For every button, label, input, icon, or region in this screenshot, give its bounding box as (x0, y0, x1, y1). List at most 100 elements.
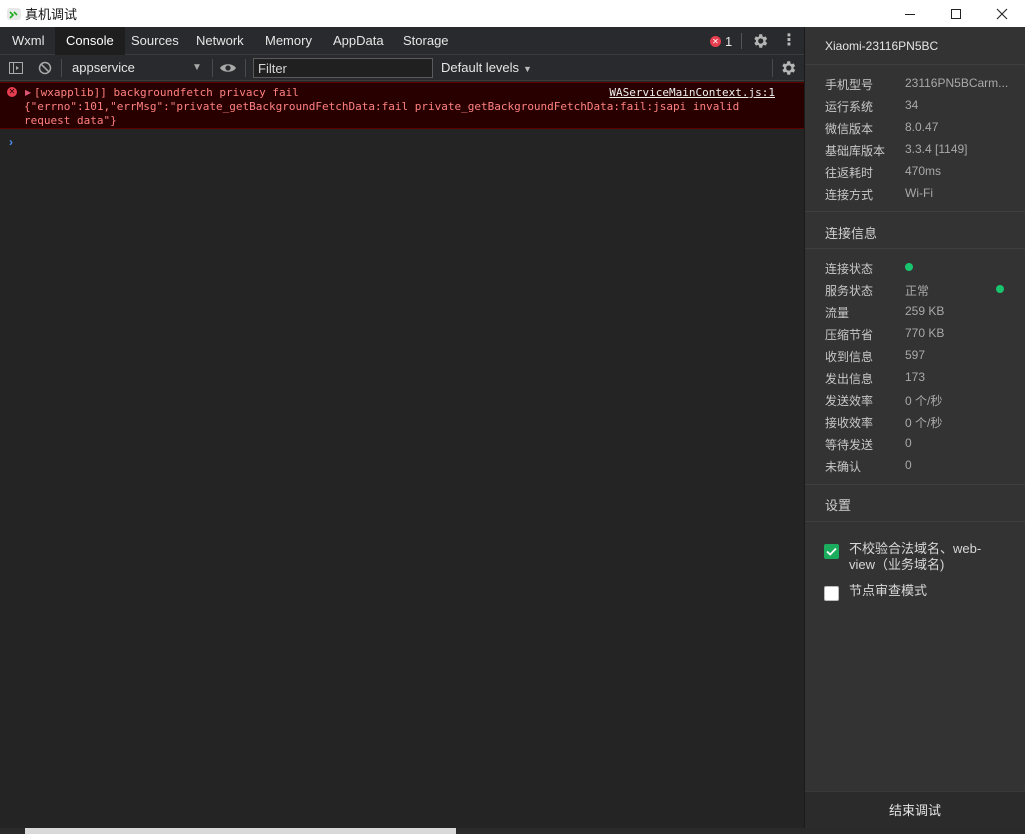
divider (805, 64, 1025, 65)
console-settings-button[interactable] (779, 59, 797, 77)
gear-icon (754, 34, 768, 48)
background-region (0, 828, 25, 834)
send-rate-label: 发送效率 (825, 394, 874, 408)
connection-status-indicator (905, 263, 913, 271)
compression-saved-label: 压缩节省 (825, 328, 874, 342)
divider (245, 59, 246, 77)
tab-sources[interactable]: Sources (120, 27, 190, 55)
divider (772, 59, 773, 77)
console-output[interactable]: ✕ ▶ [wxapplib]] backgroundfetch privacy … (0, 82, 804, 828)
divider (212, 59, 213, 77)
phone-model-value: 23116PN5BCarm... (905, 76, 1009, 90)
block-icon (38, 61, 52, 75)
skip-domain-check-checkbox[interactable] (824, 544, 839, 559)
tab-storage[interactable]: Storage (392, 27, 460, 55)
wechat-devtools-icon (7, 7, 21, 21)
panel-tabs: Wxml Console Sources Network Memory AppD… (0, 27, 804, 55)
phone-model-label: 手机型号 (825, 78, 874, 92)
filter-input[interactable] (253, 58, 433, 78)
title-bar: 真机调试 (0, 0, 1025, 27)
receive-rate-value: 0 个/秒 (905, 416, 943, 430)
connection-section-title: 连接信息 (825, 226, 878, 241)
lib-version-label: 基础库版本 (825, 144, 886, 158)
maximize-icon (951, 8, 961, 19)
os-label: 运行系统 (825, 100, 874, 114)
log-levels-dropdown[interactable]: Default levels ▼ (441, 58, 532, 78)
connection-type-value: Wi-Fi (905, 186, 933, 200)
more-menu-button[interactable]: ⋮ (781, 32, 797, 50)
send-rate-value: 0 个/秒 (905, 394, 943, 408)
settings-section-title: 设置 (825, 498, 852, 513)
tab-wxml[interactable]: Wxml (1, 27, 56, 55)
connection-status-label: 连接状态 (825, 262, 874, 276)
error-detail: {"errno":101,"errMsg":"private_getBackgr… (24, 100, 740, 127)
tab-memory[interactable]: Memory (254, 27, 323, 55)
sent-value: 173 (905, 370, 926, 384)
service-status-indicator (996, 285, 1004, 293)
devtools-panel: Wxml Console Sources Network Memory AppD… (0, 27, 804, 828)
divider (805, 521, 1025, 522)
live-expression-button[interactable] (219, 60, 237, 76)
unacked-value: 0 (905, 458, 912, 472)
skip-domain-check-label[interactable]: 不校验合法域名、web-view（业务域名) (849, 541, 999, 573)
wechat-version-value: 8.0.47 (905, 120, 939, 134)
source-link[interactable]: WAServiceMainContext.js:1 (609, 86, 775, 99)
console-toolbar: appservice ▼ Default levels▼ (0, 55, 804, 81)
error-count-badge[interactable]: ✕ 1 (710, 34, 732, 49)
underlying-window-strip (0, 828, 1025, 834)
expand-triangle-icon[interactable]: ▶ (25, 88, 31, 97)
show-sidebar-button[interactable] (8, 60, 24, 76)
received-label: 收到信息 (825, 350, 874, 364)
divider (805, 211, 1025, 212)
clear-console-button[interactable] (37, 60, 53, 76)
rtt-label: 往返耗时 (825, 166, 874, 180)
divider (741, 33, 742, 49)
node-inspect-label[interactable]: 节点审查模式 (849, 583, 999, 599)
close-icon (996, 8, 1008, 19)
eye-icon (220, 64, 236, 72)
minimize-button[interactable] (887, 0, 933, 27)
settings-gear-button[interactable] (751, 32, 769, 50)
background-region (456, 828, 1025, 834)
service-status-label: 服务状态 (825, 284, 874, 298)
os-value: 34 (905, 98, 919, 112)
device-info-panel: Xiaomi-23116PN5BC 手机型号 23116PN5BCarm... … (805, 27, 1025, 828)
chevron-down-icon: ▼ (523, 64, 532, 74)
minimize-icon (905, 13, 915, 15)
lib-version-value: 3.3.4 [1149] (905, 142, 968, 156)
error-count: 1 (725, 34, 733, 49)
window-title: 真机调试 (25, 7, 78, 22)
traffic-value: 259 KB (905, 304, 945, 318)
error-icon: ✕ (710, 36, 721, 47)
error-text: [wxapplib]] backgroundfetch privacy fail (34, 86, 299, 99)
device-name: Xiaomi-23116PN5BC (825, 39, 939, 53)
error-icon: ✕ (7, 87, 17, 97)
traffic-label: 流量 (825, 306, 850, 320)
log-levels-label: Default levels (441, 60, 520, 75)
divider (61, 59, 62, 77)
wechat-version-label: 微信版本 (825, 122, 874, 136)
pending-send-label: 等待发送 (825, 438, 874, 452)
console-error-message[interactable]: ✕ ▶ [wxapplib]] backgroundfetch privacy … (0, 82, 804, 129)
node-inspect-checkbox[interactable] (824, 586, 839, 601)
rtt-value: 470ms (905, 164, 942, 178)
divider (805, 484, 1025, 485)
gear-icon (782, 61, 796, 75)
end-debug-button[interactable]: 结束调试 (805, 791, 1025, 828)
receive-rate-label: 接收效率 (825, 416, 874, 430)
unacked-label: 未确认 (825, 460, 862, 474)
close-button[interactable] (979, 0, 1025, 27)
sent-label: 发出信息 (825, 372, 874, 386)
kebab-icon: ⋮ (781, 32, 797, 49)
compression-saved-value: 770 KB (905, 326, 945, 340)
context-selector[interactable]: appservice (66, 58, 206, 78)
connection-type-label: 连接方式 (825, 188, 874, 202)
divider (805, 248, 1025, 249)
maximize-button[interactable] (933, 0, 979, 27)
tab-appdata[interactable]: AppData (322, 27, 395, 55)
console-prompt[interactable]: › (9, 135, 13, 149)
tab-network[interactable]: Network (185, 27, 255, 55)
chevron-down-icon: ▼ (192, 62, 202, 73)
service-status-value: 正常 (905, 284, 930, 298)
tab-console[interactable]: Console (55, 27, 125, 55)
